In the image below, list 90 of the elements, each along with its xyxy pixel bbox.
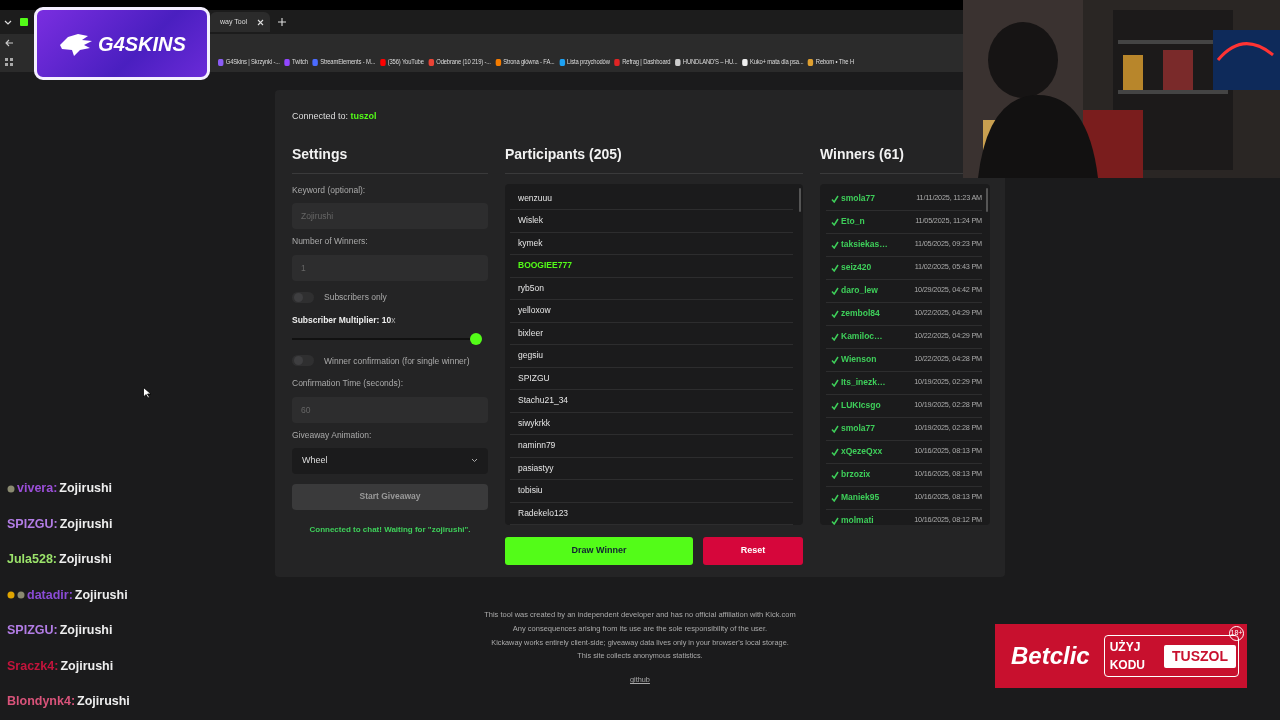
check-icon xyxy=(831,194,839,203)
reset-button[interactable]: Reset xyxy=(703,536,803,565)
scrollbar[interactable] xyxy=(799,187,801,212)
participant-name: Radekelo123 xyxy=(510,502,793,525)
participant-name: BOOGIEE777 xyxy=(510,255,793,278)
field-label: Number of Winners: xyxy=(292,235,369,248)
winner-name: Kamiloc… xyxy=(841,330,883,343)
select-field[interactable]: Wheel xyxy=(292,447,488,474)
winner-name: Eto_n xyxy=(841,215,865,228)
check-icon xyxy=(831,286,839,295)
participant-name: wenzuuu xyxy=(510,187,793,210)
check-icon xyxy=(831,378,839,387)
check-icon xyxy=(831,309,839,318)
cursor-icon xyxy=(143,387,152,399)
chat-username: Blondynk4: xyxy=(7,693,76,711)
apps-icon[interactable] xyxy=(5,58,13,66)
participant-name: tobisiu xyxy=(510,480,793,503)
winner-name: Its_inezk… xyxy=(841,376,886,389)
chat-username: Jula528: xyxy=(7,551,58,569)
participant-name: yelloxow xyxy=(510,300,793,323)
scrollbar[interactable] xyxy=(986,187,988,212)
close-icon[interactable] xyxy=(257,18,265,26)
toggle-switch[interactable] xyxy=(292,355,314,367)
winner-name: zembol84 xyxy=(841,307,880,320)
chat-message: Zojirushi xyxy=(59,551,112,569)
field-label: Confirmation Time (seconds): xyxy=(292,377,404,390)
check-icon xyxy=(831,447,839,456)
check-icon xyxy=(831,401,839,410)
winner-name: daro_lew xyxy=(841,284,878,297)
plus-icon[interactable] xyxy=(278,18,287,26)
field-label: Giveaway Animation: xyxy=(292,429,373,442)
chat-message: Zojirushi xyxy=(59,622,113,640)
check-icon xyxy=(831,240,839,249)
check-icon xyxy=(831,217,839,226)
chat-username: SPIZGU: xyxy=(7,622,58,640)
winner-name: brzozix xyxy=(841,468,871,481)
check-icon xyxy=(831,332,839,341)
section-heading: Participants (205) xyxy=(505,143,803,174)
back-icon[interactable] xyxy=(5,39,14,47)
winner-name: molmati xyxy=(841,514,874,525)
participant-name: pasiastyy xyxy=(510,457,793,480)
connection-status: Connected to: tuszol xyxy=(292,110,378,123)
promo-label: UŻYJ KODU xyxy=(1108,639,1147,674)
slider-thumb[interactable] xyxy=(470,332,482,345)
toggle-label: Winner confirmation (for single winner) xyxy=(324,354,470,368)
promo-code: TUSZOL xyxy=(1164,644,1236,668)
winner-name: taksiekas… xyxy=(841,238,888,251)
chat-username: Sraczk4: xyxy=(7,657,59,675)
winner-name: smola77 xyxy=(841,192,876,205)
check-icon xyxy=(831,355,839,364)
chat-username: datadir: xyxy=(27,586,73,604)
chat-username: SPIZGU: xyxy=(7,515,58,533)
participant-name: gegsiu xyxy=(510,345,793,368)
check-icon xyxy=(831,516,839,525)
slider-label: Subscriber Multiplier: 10x xyxy=(292,313,397,327)
chat-message: Zojirushi xyxy=(60,657,114,675)
check-icon xyxy=(831,493,839,502)
check-icon xyxy=(831,424,839,433)
check-icon xyxy=(831,263,839,272)
participant-name: Wislek xyxy=(510,210,793,233)
participant-name: kymek xyxy=(510,232,793,255)
winner-name: Wienson xyxy=(841,353,877,366)
chat-username: vivera: xyxy=(17,480,58,498)
participant-name: Stachu21_34 xyxy=(510,390,793,413)
participant-name: SPIZGU xyxy=(510,367,793,390)
check-icon xyxy=(831,470,839,479)
badge-icon xyxy=(7,484,15,493)
draw-winner-button[interactable]: Draw Winner xyxy=(505,536,693,565)
participant-name: siwykrkk xyxy=(510,412,793,435)
chevron-icon xyxy=(471,458,478,464)
section-heading: Settings xyxy=(292,143,488,174)
chat-message: Zojirushi xyxy=(59,515,113,533)
winner-name: LUKIcsgo xyxy=(841,399,881,412)
winner-name: seiz420 xyxy=(841,261,872,274)
logo-text: G4SKINS xyxy=(98,31,186,57)
participant-name: bixleer xyxy=(510,322,793,345)
ad-brand: Betclic xyxy=(1011,641,1090,671)
chevron-icon[interactable] xyxy=(4,18,12,26)
winner-name: smola77 xyxy=(841,422,876,435)
status-message: Connected to chat! Waiting for "zojirushi". xyxy=(308,523,472,536)
chat-message: Zojirushi xyxy=(59,480,113,498)
participant-name: ryb5on xyxy=(510,277,793,300)
chat-message: Zojirushi xyxy=(74,586,128,604)
participant-name: naminn79 xyxy=(510,435,793,458)
winner-name: Maniek95 xyxy=(841,491,880,504)
winner-name: xQezeQxx xyxy=(841,445,883,458)
toggle-label: Subscribers only xyxy=(324,291,387,304)
field-label: Keyword (optional): xyxy=(292,183,367,197)
toggle-switch[interactable] xyxy=(292,291,314,303)
chat-message: Zojirushi xyxy=(77,693,130,711)
